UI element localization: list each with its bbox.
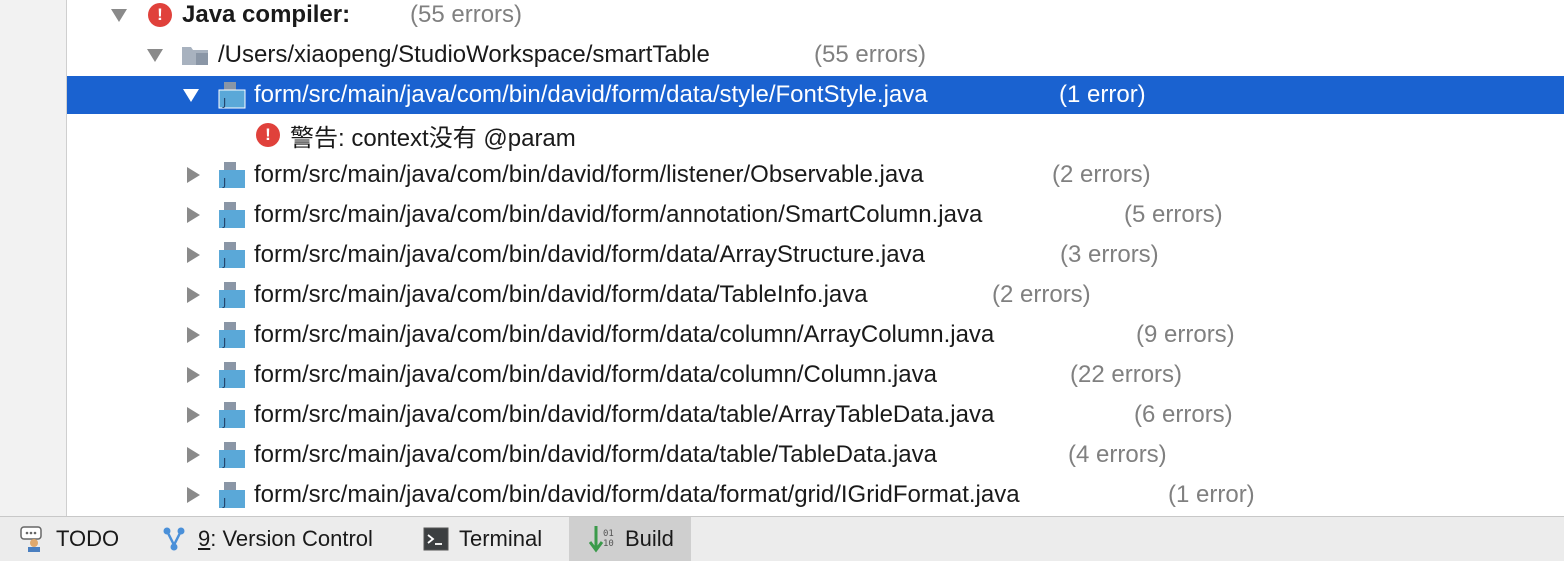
terminal-icon	[423, 527, 449, 551]
file-path: form/src/main/java/com/bin/david/form/da…	[254, 441, 937, 468]
tree-file-row[interactable]: J form/src/main/java/com/bin/david/form/…	[67, 236, 1564, 274]
error-icon: !	[148, 3, 172, 27]
todo-label: TODO	[56, 526, 120, 551]
svg-text:J: J	[222, 296, 226, 309]
tool-window-bar: TODO 9: Version Control Terminal 01 10 B…	[0, 516, 1564, 561]
file-error-count: (1 error)	[1168, 481, 1255, 508]
file-error-count: (5 errors)	[1124, 201, 1223, 228]
error-icon: !	[256, 123, 280, 147]
version-control-icon	[163, 527, 185, 551]
chevron-right-icon[interactable]	[187, 247, 200, 263]
svg-text:10: 10	[603, 539, 614, 549]
tree-file-row[interactable]: J form/src/main/java/com/bin/david/form/…	[67, 276, 1564, 314]
svg-text:J: J	[222, 96, 226, 109]
root-error-count: (55 errors)	[410, 1, 523, 28]
todo-icon	[20, 526, 42, 552]
file-path: form/src/main/java/com/bin/david/form/an…	[254, 201, 983, 228]
tree-file-row[interactable]: J form/src/main/java/com/bin/david/form/…	[67, 396, 1564, 434]
svg-text:01: 01	[603, 529, 614, 539]
svg-text:J: J	[222, 336, 226, 349]
chevron-right-icon[interactable]	[187, 487, 200, 503]
chevron-right-icon[interactable]	[187, 407, 200, 423]
chevron-right-icon[interactable]	[187, 327, 200, 343]
file-path: form/src/main/java/com/bin/david/form/da…	[254, 401, 995, 428]
file-path: form/src/main/java/com/bin/david/form/li…	[254, 161, 924, 188]
java-file-icon: J	[219, 442, 245, 469]
tree-project-folder[interactable]: /Users/xiaopeng/StudioWorkspace/smartTab…	[67, 36, 1564, 74]
file-error-count: (22 errors)	[1070, 361, 1183, 388]
tree-root-java-compiler[interactable]: ! Java compiler: (55 errors)	[67, 0, 1564, 34]
root-label: Java compiler:	[182, 1, 351, 28]
tree-file-row[interactable]: J form/src/main/java/com/bin/david/form/…	[67, 476, 1564, 514]
tree-file-row[interactable]: J form/src/main/java/com/bin/david/form/…	[67, 76, 1564, 114]
tree-file-row[interactable]: J form/src/main/java/com/bin/david/form/…	[67, 156, 1564, 194]
tree-error-message[interactable]: ! 警告: context没有 @param	[67, 116, 1564, 154]
chevron-right-icon[interactable]	[187, 207, 200, 223]
file-error-count: (2 errors)	[992, 281, 1091, 308]
svg-text:J: J	[222, 256, 226, 269]
file-error-count: (1 error)	[1059, 81, 1146, 108]
folder-icon	[182, 47, 208, 65]
file-error-count: (6 errors)	[1134, 401, 1233, 428]
svg-text:J: J	[222, 216, 226, 229]
file-error-count: (3 errors)	[1060, 241, 1159, 268]
tree-file-row[interactable]: J form/src/main/java/com/bin/david/form/…	[67, 196, 1564, 234]
chevron-right-icon[interactable]	[187, 167, 200, 183]
java-file-icon: J	[219, 242, 245, 269]
terminal-tab[interactable]: Terminal	[423, 517, 542, 561]
java-file-icon: J	[219, 362, 245, 389]
version-control-key: 9	[198, 526, 211, 551]
svg-text:J: J	[222, 416, 226, 429]
version-control-label: : Version Control	[210, 526, 373, 551]
project-error-count: (55 errors)	[814, 41, 927, 68]
file-path: form/src/main/java/com/bin/david/form/da…	[254, 481, 1020, 508]
error-message-text: 警告: context没有 @param	[290, 124, 576, 152]
svg-text:J: J	[222, 176, 226, 189]
file-error-count: (2 errors)	[1052, 161, 1151, 188]
java-file-icon: J	[218, 82, 246, 109]
build-tab[interactable]: 01 10 Build	[569, 517, 691, 561]
chevron-down-icon[interactable]	[183, 88, 199, 102]
java-file-icon: J	[219, 202, 245, 229]
build-output-tree: ! Java compiler: (55 errors) /Users/xiao…	[67, 0, 1564, 516]
chevron-down-icon[interactable]	[147, 48, 163, 62]
tree-file-row[interactable]: J form/src/main/java/com/bin/david/form/…	[67, 356, 1564, 394]
tree-file-row[interactable]: J form/src/main/java/com/bin/david/form/…	[67, 436, 1564, 474]
file-path: form/src/main/java/com/bin/david/form/da…	[254, 81, 928, 108]
chevron-right-icon[interactable]	[187, 287, 200, 303]
chevron-right-icon[interactable]	[187, 447, 200, 463]
file-error-count: (9 errors)	[1136, 321, 1235, 348]
left-gutter	[0, 0, 67, 516]
svg-text:J: J	[222, 496, 226, 509]
java-file-icon: J	[219, 162, 245, 189]
version-control-tab[interactable]: 9: Version Control	[160, 517, 373, 561]
build-label: Build	[625, 526, 674, 551]
java-file-icon: J	[219, 322, 245, 349]
java-file-icon: J	[219, 402, 245, 429]
java-file-icon: J	[219, 482, 245, 509]
file-path: form/src/main/java/com/bin/david/form/da…	[254, 241, 925, 268]
svg-text:J: J	[222, 376, 226, 389]
file-path: form/src/main/java/com/bin/david/form/da…	[254, 321, 995, 348]
project-path: /Users/xiaopeng/StudioWorkspace/smartTab…	[218, 41, 710, 68]
chevron-right-icon[interactable]	[187, 367, 200, 383]
chevron-down-icon[interactable]	[111, 8, 127, 22]
file-error-count: (4 errors)	[1068, 441, 1167, 468]
tree-file-row[interactable]: J form/src/main/java/com/bin/david/form/…	[67, 316, 1564, 354]
java-file-icon: J	[219, 282, 245, 309]
build-icon: 01 10	[589, 526, 614, 553]
file-path: form/src/main/java/com/bin/david/form/da…	[254, 281, 868, 308]
file-path: form/src/main/java/com/bin/david/form/da…	[254, 361, 937, 388]
svg-text:J: J	[222, 456, 226, 469]
todo-tab[interactable]: TODO	[18, 517, 119, 561]
terminal-label: Terminal	[459, 526, 543, 551]
